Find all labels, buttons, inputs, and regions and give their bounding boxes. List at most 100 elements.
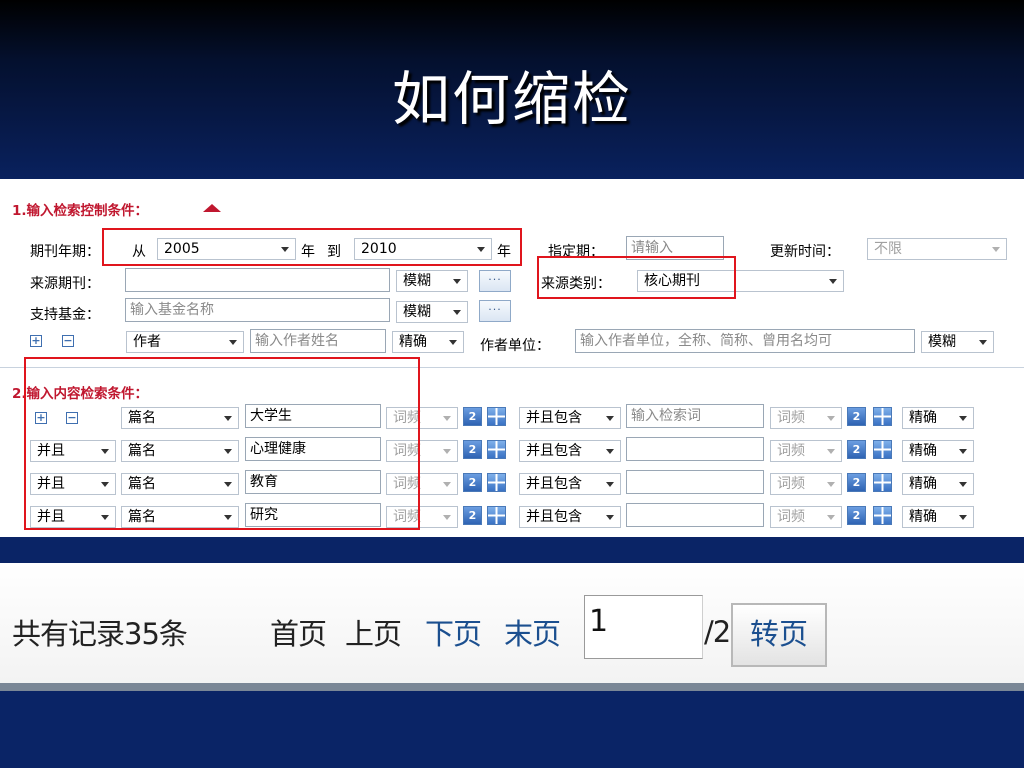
- first-page-link[interactable]: 首页: [270, 611, 327, 653]
- freq-value: 词频: [777, 410, 805, 426]
- word-expand-icon[interactable]: 2: [463, 506, 482, 525]
- pager-bottom-edge: [0, 683, 1024, 691]
- fund-input[interactable]: 输入基金名称: [125, 298, 390, 322]
- chevron-down-icon: [443, 449, 451, 454]
- term-input[interactable]: 教育: [245, 470, 381, 494]
- author-name-input[interactable]: 输入作者姓名: [250, 329, 386, 353]
- author-field-select[interactable]: 作者: [126, 331, 244, 353]
- match-select[interactable]: 精确: [902, 440, 974, 462]
- match-value: 精确: [909, 443, 937, 459]
- match-select[interactable]: 精确: [902, 473, 974, 495]
- author-unit-input[interactable]: 输入作者单位，全称、简称、曾用名均可: [575, 329, 915, 353]
- combine-select[interactable]: 并且包含: [519, 440, 621, 462]
- field-value: 篇名: [128, 476, 156, 492]
- source-journal-input[interactable]: [125, 268, 390, 292]
- field-select[interactable]: 篇名: [121, 506, 239, 528]
- term2-input[interactable]: [626, 437, 764, 461]
- prev-page-link[interactable]: 上页: [345, 611, 402, 653]
- related-terms-icon[interactable]: [873, 440, 892, 459]
- combine-select[interactable]: 并且包含: [519, 506, 621, 528]
- fuzzy-select-2[interactable]: 模糊: [396, 301, 468, 323]
- browse-journal-button[interactable]: ···: [479, 270, 511, 292]
- to-year-value: 2010: [361, 241, 397, 257]
- chevron-down-icon: [827, 482, 835, 487]
- term2-input[interactable]: [626, 470, 764, 494]
- term-input[interactable]: 大学生: [245, 404, 381, 428]
- combine-value: 并且包含: [526, 443, 582, 459]
- term-input[interactable]: 心理健康: [245, 437, 381, 461]
- word-expand-icon[interactable]: 2: [847, 473, 866, 492]
- word-expand-icon[interactable]: 2: [463, 473, 482, 492]
- chevron-down-icon: [101, 482, 109, 487]
- freq-select[interactable]: 词频: [386, 473, 458, 495]
- source-type-select[interactable]: 核心期刊: [637, 270, 844, 292]
- freq-value: 词频: [393, 410, 421, 426]
- logic-value: 并且: [37, 476, 65, 492]
- update-time-select[interactable]: 不限: [867, 238, 1007, 260]
- chevron-down-icon: [453, 310, 461, 315]
- fuzzy-select-3[interactable]: 模糊: [921, 331, 994, 353]
- match-select[interactable]: 精确: [902, 407, 974, 429]
- combine-select[interactable]: 并且包含: [519, 473, 621, 495]
- freq-select[interactable]: 词频: [386, 407, 458, 429]
- minus-icon[interactable]: −: [66, 412, 78, 424]
- go-page-button[interactable]: 转页: [731, 603, 827, 667]
- slide-title: 如何缩检: [391, 65, 632, 133]
- related-terms-icon[interactable]: [873, 473, 892, 492]
- field-select[interactable]: 篇名: [121, 473, 239, 495]
- minus-icon[interactable]: −: [62, 335, 74, 347]
- term2-input[interactable]: 输入检索词: [626, 404, 764, 428]
- chevron-down-icon: [829, 279, 837, 284]
- word-expand-icon[interactable]: 2: [847, 506, 866, 525]
- freq2-select[interactable]: 词频: [770, 407, 842, 429]
- logic-select[interactable]: 并且: [30, 473, 116, 495]
- exact-select-author[interactable]: 精确: [392, 331, 464, 353]
- chevron-down-icon: [224, 515, 232, 520]
- word-expand-icon[interactable]: 2: [463, 407, 482, 426]
- plus-icon[interactable]: +: [35, 412, 47, 424]
- issue-input[interactable]: 请输入: [626, 236, 724, 260]
- word-expand-icon[interactable]: 2: [847, 440, 866, 459]
- next-page-link[interactable]: 下页: [425, 611, 482, 653]
- field-select[interactable]: 篇名: [121, 440, 239, 462]
- collapse-arrow-icon[interactable]: [203, 204, 221, 212]
- related-terms-icon[interactable]: [873, 407, 892, 426]
- match-value: 精确: [909, 509, 937, 525]
- freq2-select[interactable]: 词频: [770, 440, 842, 462]
- browse-fund-button[interactable]: ···: [479, 300, 511, 322]
- freq-select[interactable]: 词频: [386, 506, 458, 528]
- freq2-select[interactable]: 词频: [770, 473, 842, 495]
- source-type-label: 来源类别：: [541, 276, 611, 292]
- chevron-down-icon: [827, 416, 835, 421]
- related-terms-icon[interactable]: [487, 506, 506, 525]
- related-terms-icon[interactable]: [487, 473, 506, 492]
- related-terms-icon[interactable]: [487, 407, 506, 426]
- freq2-select[interactable]: 词频: [770, 506, 842, 528]
- word-expand-icon[interactable]: 2: [847, 407, 866, 426]
- word-expand-icon[interactable]: 2: [463, 440, 482, 459]
- field-select[interactable]: 篇名: [121, 407, 239, 429]
- page-number-input[interactable]: 1: [584, 595, 703, 659]
- chevron-down-icon: [101, 515, 109, 520]
- chevron-down-icon: [959, 515, 967, 520]
- last-page-link[interactable]: 末页: [504, 611, 561, 653]
- logic-select[interactable]: 并且: [30, 506, 116, 528]
- combine-select[interactable]: 并且包含: [519, 407, 621, 429]
- related-terms-icon[interactable]: [873, 506, 892, 525]
- freq-select[interactable]: 词频: [386, 440, 458, 462]
- to-year-select[interactable]: 2010: [354, 238, 492, 260]
- freq-value: 词频: [777, 509, 805, 525]
- related-terms-icon[interactable]: [487, 440, 506, 459]
- logic-value: 并且: [37, 509, 65, 525]
- plus-icon[interactable]: +: [30, 335, 42, 347]
- chevron-down-icon: [827, 515, 835, 520]
- fund-label: 支持基金：: [30, 307, 100, 323]
- term2-input[interactable]: [626, 503, 764, 527]
- logic-select[interactable]: 并且: [30, 440, 116, 462]
- fuzzy-select-1[interactable]: 模糊: [396, 270, 468, 292]
- field-value: 篇名: [128, 410, 156, 426]
- term-input[interactable]: 研究: [245, 503, 381, 527]
- match-select[interactable]: 精确: [902, 506, 974, 528]
- from-year-select[interactable]: 2005: [157, 238, 296, 260]
- source-journal-label: 来源期刊：: [30, 276, 100, 292]
